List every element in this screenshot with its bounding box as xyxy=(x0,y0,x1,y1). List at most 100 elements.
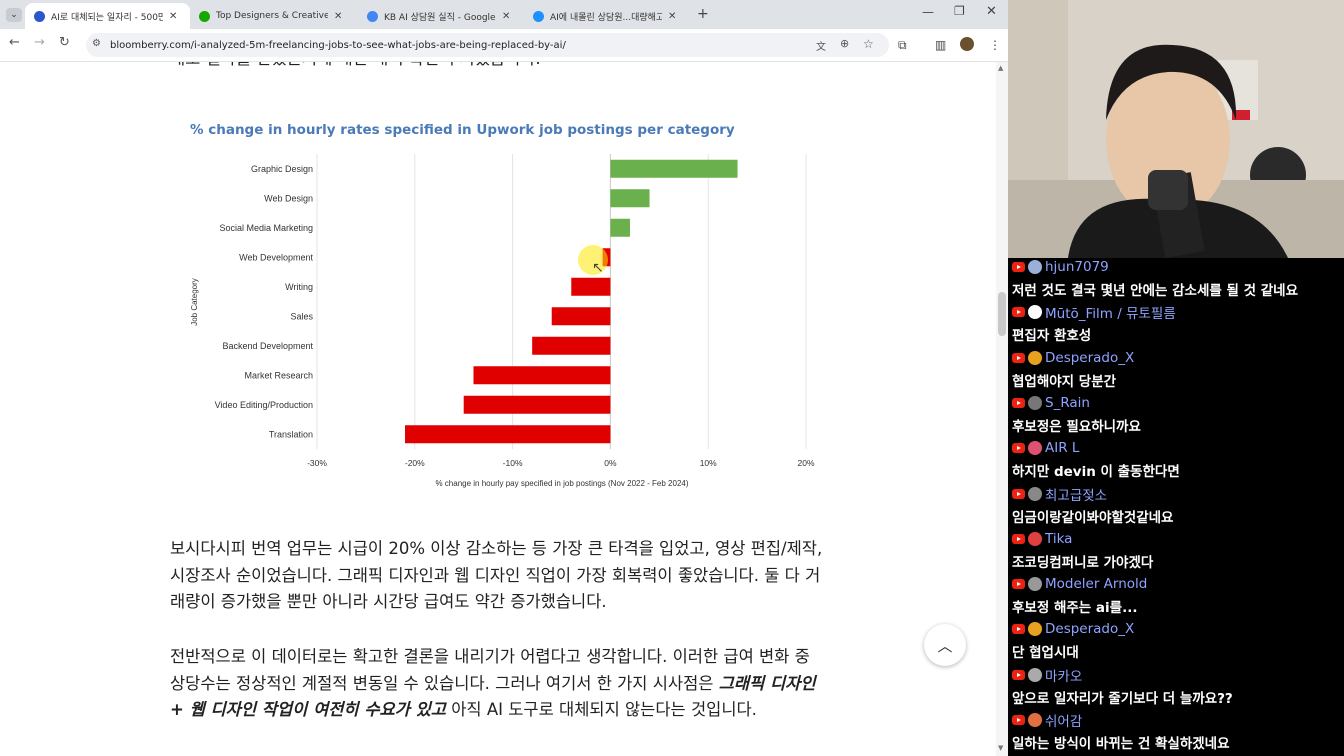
tab-strip: ⌄ AI로 대체되는 일자리 - 500만 ✕ Top Designers & … xyxy=(0,0,1008,29)
chat-message-header: Modeler Arnold xyxy=(1012,575,1342,593)
reload-icon[interactable]: ↻ xyxy=(59,35,70,50)
tab-title: KB AI 상담원 실직 - Google 검 xyxy=(384,12,496,23)
chat-message: 쉬어감 일하는 방식이 바뀌는 건 확실하겠네요 xyxy=(1012,711,1342,756)
youtube-icon xyxy=(1012,579,1025,590)
tab-list-icon[interactable]: ⌄ xyxy=(6,8,22,22)
star-icon[interactable]: ☆ xyxy=(863,37,874,51)
tab-3[interactable]: KB AI 상담원 실직 - Google 검 ✕ xyxy=(358,3,523,29)
zoom-icon[interactable]: ⊕ xyxy=(840,37,849,50)
chat-username: 최고급젖소 xyxy=(1045,487,1108,504)
scroll-up-arrow-icon[interactable]: ▲ xyxy=(998,64,1003,72)
chat-message: 마카오 앞으로 일자리가 줄기보다 더 늘까요?? xyxy=(1012,666,1342,712)
chat-text: 협업해야지 당분간 xyxy=(1012,373,1117,390)
close-icon[interactable]: ✕ xyxy=(169,11,177,22)
x-tick-label: 0% xyxy=(604,458,617,468)
chat-message-header: Desperado_X xyxy=(1012,349,1342,367)
paragraph-2: 전반적으로 이 데이터로는 확고한 결론을 내리기가 어렵다고 생각합니다. 이… xyxy=(170,644,830,724)
close-icon[interactable]: ✕ xyxy=(334,11,342,22)
youtube-icon xyxy=(1012,624,1025,635)
tab-title: AI로 대체되는 일자리 - 500만 xyxy=(51,12,163,23)
chat-message: Mūtō_Film / 뮤토필름 편집자 환호성 xyxy=(1012,303,1342,349)
scroll-to-top-icon: ︿ xyxy=(937,636,953,655)
site-settings-icon[interactable]: ⚙ xyxy=(92,38,101,49)
bar xyxy=(610,159,738,178)
avatar xyxy=(1028,531,1042,546)
tab-1[interactable]: AI로 대체되는 일자리 - 500만 ✕ xyxy=(25,3,190,29)
avatar xyxy=(1028,622,1042,637)
tab-title: Top Designers & Creatives for xyxy=(216,11,328,21)
chat-username: Modeler Arnold xyxy=(1045,576,1148,593)
avatar xyxy=(1028,441,1042,456)
avatar xyxy=(1028,713,1042,727)
y-tick-label: Backend Development xyxy=(222,341,313,351)
avatar xyxy=(1028,577,1042,592)
youtube-icon xyxy=(1012,307,1025,318)
webcam-video xyxy=(1008,0,1344,258)
back-arrow-icon[interactable]: ← xyxy=(9,35,20,50)
chat-username: Tika xyxy=(1045,530,1073,547)
paragraph-1: 보시다시피 번역 업무는 시급이 20% 이상 감소하는 등 가장 큰 타격을 … xyxy=(170,539,823,611)
menu-icon[interactable]: ⋮ xyxy=(989,38,1001,52)
x-axis-label: % change in hourly pay specified in job … xyxy=(435,479,688,488)
close-icon[interactable]: ✕ xyxy=(502,11,510,22)
chat-message: Desperado_X 단 협업시대 xyxy=(1012,620,1342,666)
scrollbar[interactable]: ▲ ▼ xyxy=(996,62,1008,756)
side-panel-icon[interactable]: ▥ xyxy=(935,38,946,52)
chat-message-header: Tika xyxy=(1012,530,1342,548)
window-close-icon[interactable]: ✕ xyxy=(986,4,997,19)
close-icon[interactable]: ✕ xyxy=(668,11,676,22)
youtube-icon xyxy=(1012,715,1025,725)
address-bar[interactable]: ⚙ bloomberry.com/i-analyzed-5m-freelanci… xyxy=(86,33,889,57)
youtube-icon xyxy=(1012,262,1025,272)
chat-message: Desperado_X 협업해야지 당분간 xyxy=(1012,349,1342,395)
new-tab-icon[interactable]: + xyxy=(697,6,709,22)
url-text[interactable]: bloomberry.com/i-analyzed-5m-freelancing… xyxy=(110,40,566,51)
chat-message: Modeler Arnold 후보정 해주는 ai를... xyxy=(1012,575,1342,621)
chat-text: 하지만 devin 이 출동한다면 xyxy=(1012,464,1180,481)
chat-text: 조코딩컴퍼니로 가야겠다 xyxy=(1012,554,1154,571)
chat-message-header: 마카오 xyxy=(1012,666,1342,685)
chat-text: 단 협업시대 xyxy=(1012,645,1079,662)
forward-arrow-icon[interactable]: → xyxy=(34,35,45,50)
y-tick-label: Translation xyxy=(269,429,313,439)
youtube-icon xyxy=(1012,669,1025,680)
chat-text: 후보정은 필요하니까요 xyxy=(1012,418,1141,435)
y-tick-label: Market Research xyxy=(244,370,313,380)
avatar xyxy=(1028,350,1042,365)
tab-2[interactable]: Top Designers & Creatives for ✕ xyxy=(190,3,355,29)
y-tick-label: Sales xyxy=(290,311,313,321)
profile-avatar[interactable] xyxy=(960,37,974,51)
bar xyxy=(610,218,630,237)
bar xyxy=(405,425,611,444)
translate-icon[interactable]: 文 xyxy=(816,38,826,53)
chat-message: AIR L 하지만 devin 이 출동한다면 xyxy=(1012,439,1342,485)
x-tick-label: 10% xyxy=(700,458,717,468)
tab-4[interactable]: AI에 내몰린 상담원...대량해고 ✕ xyxy=(524,3,689,29)
scrollbar-thumb[interactable] xyxy=(998,292,1006,336)
scroll-down-arrow-icon[interactable]: ▼ xyxy=(998,744,1003,752)
y-tick-label: Web Development xyxy=(239,252,313,262)
chat-text: 임금이랑같이봐야할것같네요 xyxy=(1012,509,1174,526)
chat-message: hjun7079 저런 것도 결국 몇년 안에는 감소세를 될 것 같네요 xyxy=(1012,258,1342,304)
chat-message: S_Rain 후보정은 필요하니까요 xyxy=(1012,394,1342,440)
avatar xyxy=(1028,395,1042,410)
avatar xyxy=(1028,260,1042,274)
bar xyxy=(473,366,611,385)
paragraph-2-end: 아직 AI 도구로 대체되지 않는다는 것입니다. xyxy=(446,700,757,719)
chat-username: Desperado_X xyxy=(1045,349,1135,366)
restore-icon[interactable]: ❐ xyxy=(954,4,965,18)
scroll-to-top-button[interactable]: ︿ xyxy=(924,624,966,666)
chat-message: 최고급젖소임금이랑같이봐야할것같네요 xyxy=(1012,485,1342,531)
chat-username: 마카오 xyxy=(1045,668,1083,685)
avatar xyxy=(1028,486,1042,501)
minimize-icon[interactable]: — xyxy=(922,5,934,19)
youtube-icon xyxy=(1012,533,1025,544)
x-tick-label: -10% xyxy=(503,458,523,468)
chat-username: AIR L xyxy=(1045,440,1080,457)
chat-username: Desperado_X xyxy=(1045,621,1135,638)
chat-message-header: Desperado_X xyxy=(1012,620,1342,638)
extensions-icon[interactable]: ⧉ xyxy=(898,38,907,53)
bar xyxy=(463,395,611,414)
bar xyxy=(532,336,611,355)
page-content: 새로 얼마를 받았는지에 대한 내역 확인 두시겠습니다. % change i… xyxy=(0,62,996,756)
